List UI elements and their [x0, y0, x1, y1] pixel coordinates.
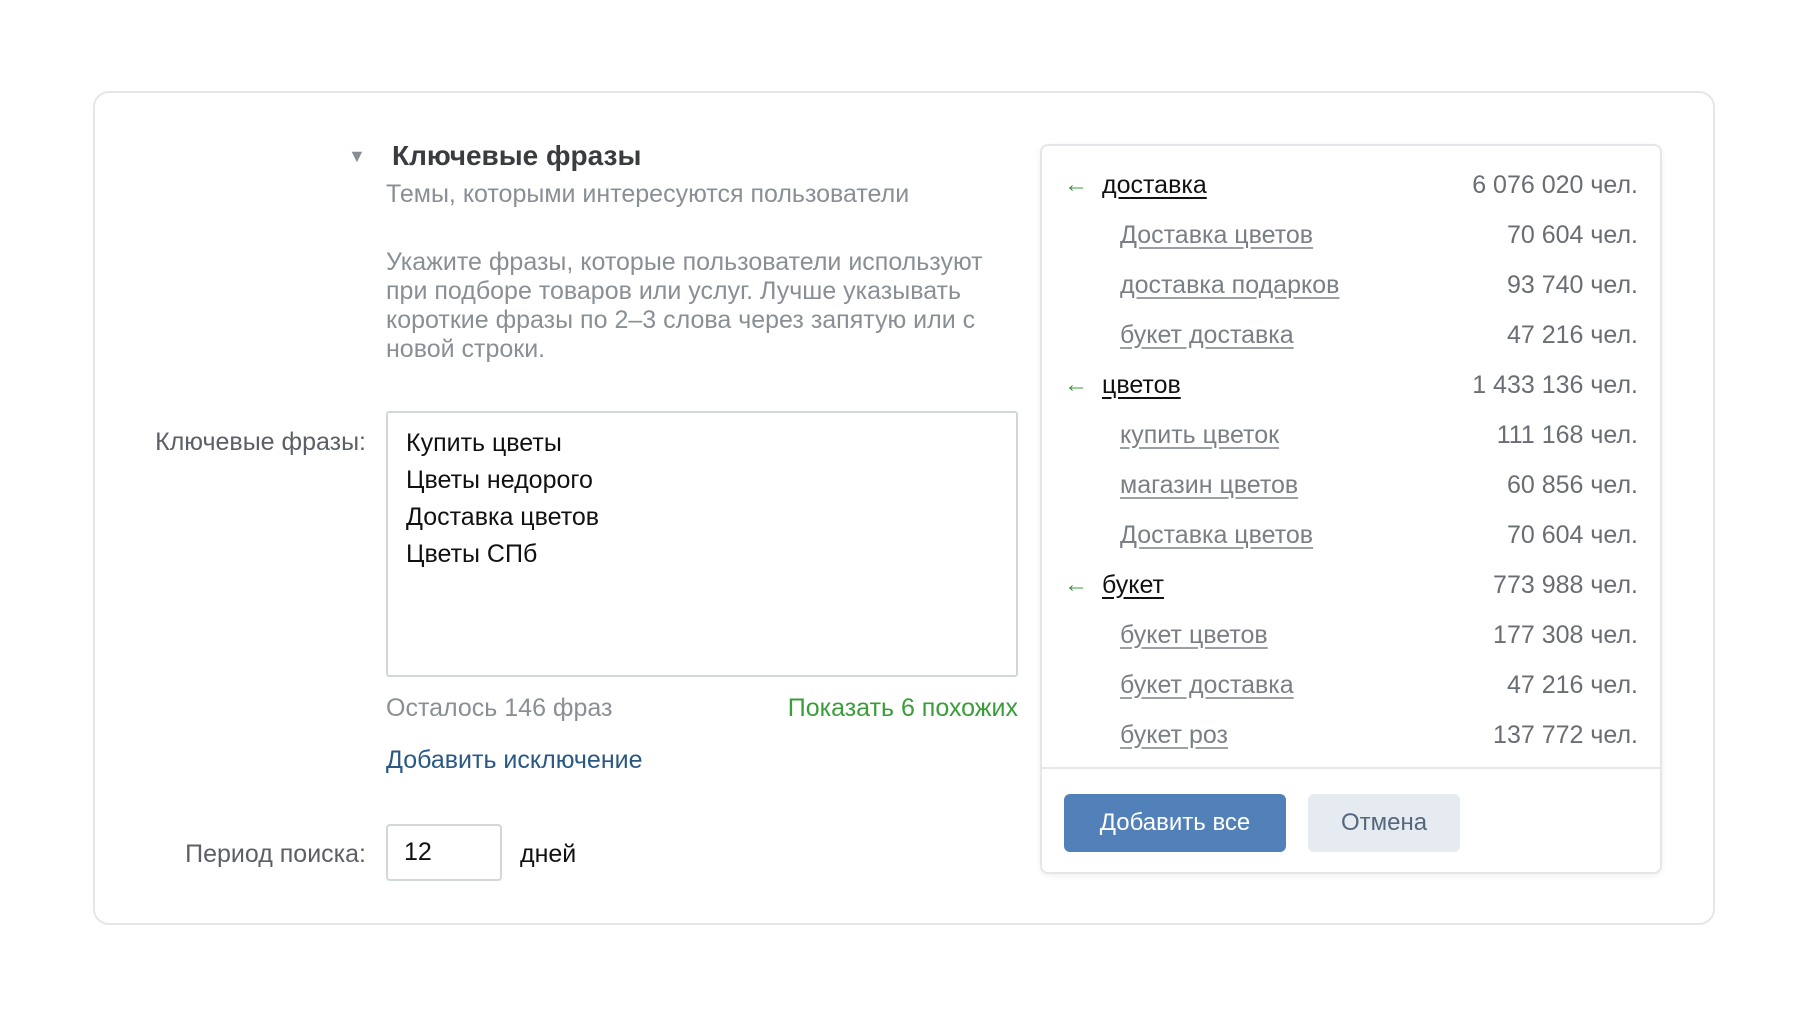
- arrow-left-icon[interactable]: ←: [1064, 171, 1088, 199]
- suggestion-count: 1 433 136 чел.: [1472, 370, 1638, 399]
- suggestion-count: 47 216 чел.: [1506, 670, 1638, 699]
- suggestion-row[interactable]: доставка подарков 93 740 чел.: [1042, 260, 1660, 310]
- panel-divider: [1042, 767, 1660, 769]
- suggestion-count: 111 168 чел.: [1496, 420, 1638, 449]
- suggestion-count: 6 076 020 чел.: [1472, 170, 1638, 199]
- suggestion-count: 70 604 чел.: [1506, 520, 1638, 549]
- suggestions-panel: ← доставка 6 076 020 чел. Доставка цвето…: [1040, 144, 1662, 874]
- suggestion-group-row[interactable]: ← цветов 1 433 136 чел.: [1042, 360, 1660, 410]
- suggestion-phrase[interactable]: букет доставка: [1120, 671, 1294, 700]
- suggestion-row[interactable]: букет цветов 177 308 чел.: [1042, 610, 1660, 660]
- suggestion-row[interactable]: букет роз 137 772 чел.: [1042, 710, 1660, 760]
- period-input[interactable]: [386, 824, 502, 881]
- suggestion-row[interactable]: купить цветок 111 168 чел.: [1042, 410, 1660, 460]
- suggestion-count: 93 740 чел.: [1506, 270, 1638, 299]
- suggestion-phrase[interactable]: Доставка цветов: [1120, 521, 1313, 550]
- remaining-count: Осталось 146 фраз: [386, 694, 613, 722]
- keyword-line: Цветы недорого: [406, 466, 593, 494]
- suggestion-phrase[interactable]: цветов: [1102, 371, 1181, 400]
- keyword-line: Доставка цветов: [406, 503, 600, 531]
- arrow-left-icon[interactable]: ←: [1064, 571, 1088, 599]
- suggestions-list: ← доставка 6 076 020 чел. Доставка цвето…: [1042, 160, 1660, 760]
- period-unit: дней: [520, 840, 577, 868]
- suggestion-phrase[interactable]: Доставка цветов: [1120, 221, 1313, 250]
- suggestion-row[interactable]: Доставка цветов 70 604 чел.: [1042, 510, 1660, 560]
- add-all-button[interactable]: Добавить все: [1064, 794, 1286, 852]
- suggestion-count: 60 856 чел.: [1506, 470, 1638, 499]
- keyword-line: Купить цветы: [406, 429, 562, 457]
- keywords-section-header[interactable]: ▼ Ключевые фразы: [348, 140, 641, 172]
- suggestion-group-row[interactable]: ← букет 773 988 чел.: [1042, 560, 1660, 610]
- suggestion-count: 70 604 чел.: [1506, 220, 1638, 249]
- suggestion-row[interactable]: букет доставка 47 216 чел.: [1042, 310, 1660, 360]
- suggestion-count: 137 772 чел.: [1493, 720, 1638, 749]
- suggestion-phrase[interactable]: доставка: [1102, 171, 1207, 200]
- suggestion-group-row[interactable]: ← доставка 6 076 020 чел.: [1042, 160, 1660, 210]
- cancel-button[interactable]: Отмена: [1308, 794, 1460, 852]
- suggestion-count: 47 216 чел.: [1506, 320, 1638, 349]
- period-label: Период поиска:: [185, 840, 366, 868]
- suggestion-phrase[interactable]: букет доставка: [1120, 321, 1294, 350]
- section-title: Ключевые фразы: [392, 140, 642, 171]
- suggestion-row[interactable]: магазин цветов 60 856 чел.: [1042, 460, 1660, 510]
- suggestion-count: 773 988 чел.: [1493, 570, 1638, 599]
- suggestion-phrase[interactable]: купить цветок: [1120, 421, 1279, 450]
- suggestion-row[interactable]: букет доставка 47 216 чел.: [1042, 660, 1660, 710]
- add-exclusion-link[interactable]: Добавить исключение: [386, 746, 643, 775]
- suggestion-row[interactable]: Доставка цветов 70 604 чел.: [1042, 210, 1660, 260]
- suggestion-phrase[interactable]: доставка подарков: [1120, 271, 1339, 300]
- keywords-textarea[interactable]: Купить цветы Цветы недорого Доставка цве…: [386, 411, 1018, 677]
- section-subtitle: Темы, которыми интересуются пользователи: [386, 180, 910, 208]
- suggestion-phrase[interactable]: букет цветов: [1120, 621, 1268, 650]
- keyword-line: Цветы СПб: [406, 540, 538, 568]
- suggestion-phrase[interactable]: букет роз: [1120, 721, 1228, 750]
- suggestion-count: 177 308 чел.: [1493, 620, 1638, 649]
- arrow-left-icon[interactable]: ←: [1064, 371, 1088, 399]
- show-similar-link[interactable]: Показать 6 похожих: [788, 694, 1018, 723]
- triangle-down-icon[interactable]: ▼: [348, 147, 370, 165]
- suggestion-phrase[interactable]: магазин цветов: [1120, 471, 1298, 500]
- suggestion-phrase[interactable]: букет: [1102, 571, 1164, 600]
- keywords-label: Ключевые фразы:: [155, 428, 366, 456]
- section-hint: Укажите фразы, которые пользователи испо…: [386, 248, 983, 363]
